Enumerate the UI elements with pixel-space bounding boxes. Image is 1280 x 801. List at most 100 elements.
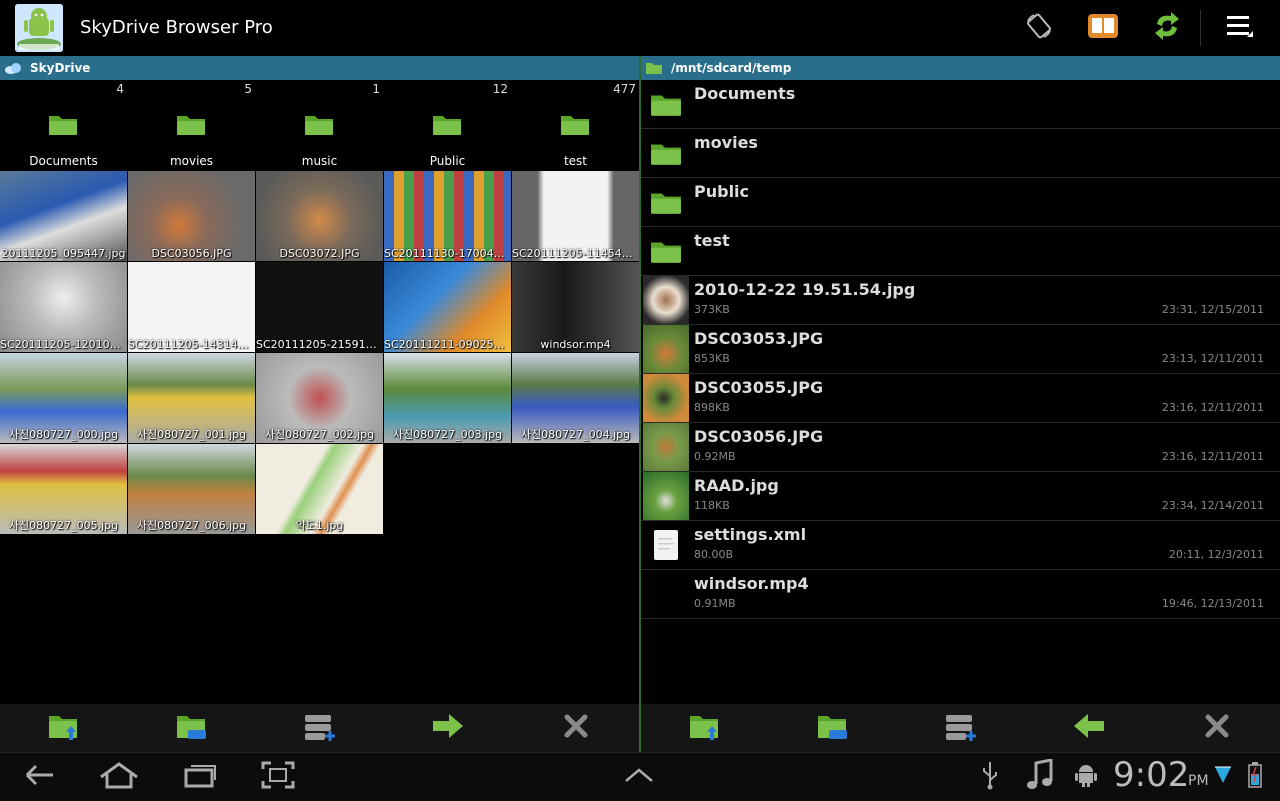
back-button[interactable]: [18, 757, 62, 797]
thumbnail-item[interactable]: 사진080727_001.jpg: [128, 353, 255, 443]
thumbnail-item[interactable]: SC20111205-114543...: [512, 171, 639, 261]
thumbnail-caption: 20111205_095447.jpg: [1, 247, 126, 260]
sync-button[interactable]: [1147, 8, 1187, 48]
dual-pane-button[interactable]: [1083, 8, 1123, 48]
grid-folder-test[interactable]: 477 test: [512, 80, 639, 170]
copy-to-right-button[interactable]: [428, 710, 468, 746]
grid-folder-movies[interactable]: 5 movies: [128, 80, 255, 170]
thumbnail-item[interactable]: DSC03072.JPG: [256, 171, 383, 261]
thumbnail-item[interactable]: 사진080727_006.jpg: [128, 444, 255, 534]
folder-count: 12: [492, 82, 508, 96]
select-items-button[interactable]: [300, 710, 340, 746]
item-name: RAAD.jpg: [694, 476, 779, 495]
app-icon[interactable]: [15, 4, 63, 52]
grid-folder-music[interactable]: 1 music: [256, 80, 383, 170]
item-size: 373KB: [694, 303, 730, 316]
thumbnail-item[interactable]: SC20111205-143144...: [128, 262, 255, 352]
expand-notifications-button[interactable]: [617, 757, 661, 797]
upload-to-folder-button[interactable]: [44, 710, 84, 746]
screenshot-button[interactable]: [256, 757, 300, 797]
item-date: 23:13, 12/11/2011: [1161, 352, 1264, 365]
new-folder-icon: [816, 711, 850, 745]
list-item-file[interactable]: RAAD.jpg 118KB 23:34, 12/14/2011: [641, 472, 1280, 521]
item-size: 0.91MB: [694, 597, 736, 610]
thumbnail-item[interactable]: 사진080727_000.jpg: [0, 353, 127, 443]
thumbnail-caption: 사진080727_006.jpg: [136, 519, 247, 532]
new-folder-button[interactable]: [813, 710, 853, 746]
recent-apps-button[interactable]: [178, 757, 222, 797]
thumbnail-caption: 사진080727_002.jpg: [264, 428, 375, 441]
thumbnail-item[interactable]: SC20111211-090256...: [384, 262, 511, 352]
debug-status[interactable]: [1064, 757, 1108, 797]
folder-icon: [643, 178, 689, 226]
item-name: DSC03055.JPG: [694, 378, 824, 397]
copy-to-left-button[interactable]: [1069, 710, 1109, 746]
list-item-file[interactable]: DSC03055.JPG 898KB 23:16, 12/11/2011: [641, 374, 1280, 423]
thumbnail-caption: SC20111130-170044...: [384, 247, 511, 260]
list-item-file[interactable]: DSC03053.JPG 853KB 23:13, 12/11/2011: [641, 325, 1280, 374]
thumbnail-item[interactable]: DSC03056.JPG: [128, 171, 255, 261]
music-status[interactable]: [1018, 757, 1062, 797]
list-item-folder[interactable]: test: [641, 227, 1280, 276]
thumbnail-item[interactable]: SC20111205-120109...: [0, 262, 127, 352]
skydrive-panel-title: SkyDrive: [30, 61, 91, 75]
list-item-file[interactable]: 2010-12-22 19.51.54.jpg 373KB 23:31, 12/…: [641, 276, 1280, 325]
select-items-button[interactable]: [941, 710, 981, 746]
action-bar: SkyDrive Browser Pro: [0, 0, 1280, 56]
skydrive-cloud-icon: [4, 61, 22, 75]
folder-label: test: [563, 154, 588, 168]
item-date: 23:16, 12/11/2011: [1161, 450, 1264, 463]
system-bar: 9:02 PM: [0, 752, 1280, 801]
thumbnail-caption: 사진080727_003.jpg: [392, 428, 503, 441]
image-thumbnail: [643, 423, 689, 471]
folder-icon: [48, 112, 78, 140]
image-thumbnail: [643, 325, 689, 373]
list-item-file[interactable]: DSC03056.JPG 0.92MB 23:16, 12/11/2011: [641, 423, 1280, 472]
list-item-file[interactable]: settings.xml 80.00B 20:11, 12/3/2011: [641, 521, 1280, 570]
thumbnail-item[interactable]: 사진080727_002.jpg: [256, 353, 383, 443]
rotate-screen-button[interactable]: [1019, 8, 1059, 48]
folder-label: music: [301, 154, 338, 168]
new-folder-button[interactable]: [172, 710, 212, 746]
wifi-icon: [1214, 763, 1232, 791]
item-name: test: [694, 231, 730, 250]
item-name: Public: [694, 182, 750, 201]
grid-folder-documents[interactable]: 4 Documents: [0, 80, 127, 170]
thumbnail-item[interactable]: 사진080727_003.jpg: [384, 353, 511, 443]
list-item-folder[interactable]: Documents: [641, 80, 1280, 129]
thumbnail-item[interactable]: SC20111205-215918...: [256, 262, 383, 352]
folder-icon: [432, 112, 462, 140]
thumbnail-item[interactable]: 사진080727_005.jpg: [0, 444, 127, 534]
list-item-folder[interactable]: movies: [641, 129, 1280, 178]
folder-upload-icon: [688, 711, 722, 745]
thumbnail-item[interactable]: 약도1.jpg: [256, 444, 383, 534]
folder-icon: [645, 61, 663, 75]
list-item-folder[interactable]: Public: [641, 178, 1280, 227]
thumbnail-item[interactable]: 20111205_095447.jpg: [0, 171, 127, 261]
thumbnail-item[interactable]: windsor.mp4: [512, 262, 639, 352]
delete-button[interactable]: [556, 710, 596, 746]
thumbnail-caption: SC20111205-114543...: [512, 247, 639, 260]
thumbnail-item[interactable]: 사진080727_004.jpg: [512, 353, 639, 443]
thumbnail-caption: 사진080727_001.jpg: [136, 428, 247, 441]
overflow-menu-button[interactable]: [1220, 8, 1260, 48]
usb-status[interactable]: [968, 757, 1012, 797]
delete-button[interactable]: [1197, 710, 1237, 746]
thumbnail-caption: SC20111205-215918...: [256, 338, 383, 351]
wifi-status[interactable]: [1210, 757, 1236, 797]
usb-icon: [980, 760, 1000, 794]
book-icon: [1087, 12, 1119, 44]
skydrive-panel-header: SkyDrive: [0, 56, 639, 80]
rotate-icon: [1024, 11, 1054, 45]
thumbnail-item[interactable]: SC20111130-170044...: [384, 171, 511, 261]
folder-icon: [643, 80, 689, 128]
list-item-file[interactable]: windsor.mp4 0.91MB 19:46, 12/13/2011: [641, 570, 1280, 619]
home-button[interactable]: [97, 757, 141, 797]
folder-count: 1: [372, 82, 380, 96]
battery-status[interactable]: [1240, 757, 1270, 797]
grid-folder-public[interactable]: 12 Public: [384, 80, 511, 170]
screenshot-icon: [261, 761, 295, 793]
file-list: Documents movies Public test 2010-12-22 …: [641, 80, 1280, 619]
clock-time[interactable]: 9:02: [1113, 755, 1189, 795]
upload-to-folder-button[interactable]: [685, 710, 725, 746]
